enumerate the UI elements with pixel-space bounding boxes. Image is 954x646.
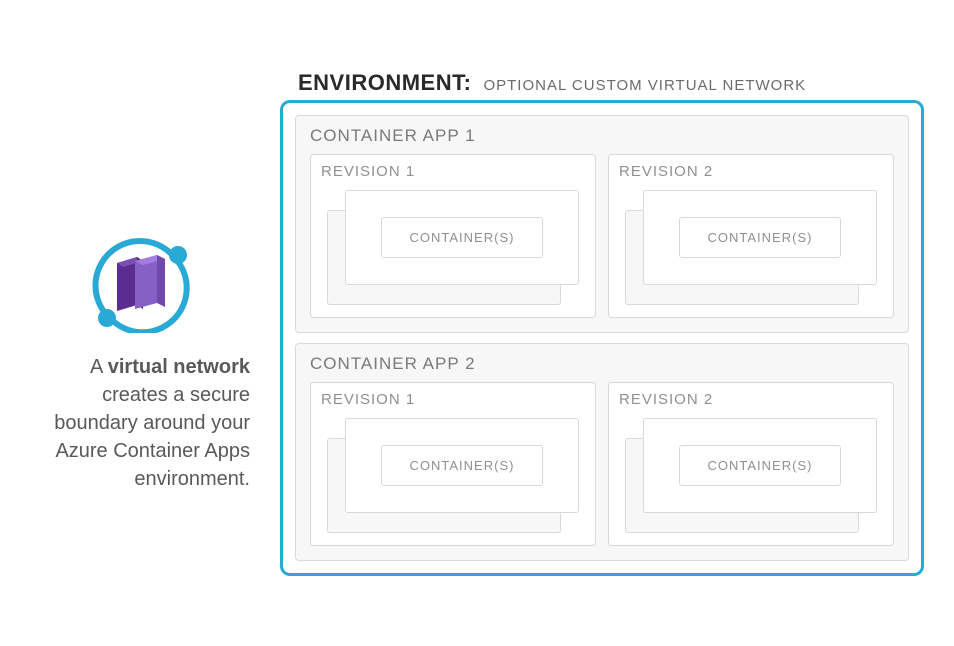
revision-box: REVISION 1 CONTAINER(S) [310, 382, 596, 546]
sidebar: A virtual network creates a secure bound… [30, 153, 280, 493]
container-app-1: CONTAINER APP 1 REVISION 1 CONTAINER(S) … [295, 115, 909, 333]
environment-title: ENVIRONMENT: [298, 70, 471, 96]
container-label: CONTAINER(S) [679, 445, 841, 486]
revision-title: REVISION 2 [619, 163, 883, 180]
containers-stack: CONTAINER(S) [625, 418, 877, 533]
revision-title: REVISION 1 [321, 163, 585, 180]
diagram-main: ENVIRONMENT: OPTIONAL CUSTOM VIRTUAL NET… [280, 70, 924, 576]
containers-stack: CONTAINER(S) [327, 418, 579, 533]
container-label: CONTAINER(S) [381, 445, 543, 486]
revisions-row: REVISION 1 CONTAINER(S) REVISION 2 CONTA… [310, 382, 894, 546]
vnet-icon [85, 233, 195, 333]
revision-box: REVISION 1 CONTAINER(S) [310, 154, 596, 318]
containers-stack: CONTAINER(S) [327, 190, 579, 305]
replica-card-front: CONTAINER(S) [643, 418, 877, 513]
container-app-2: CONTAINER APP 2 REVISION 1 CONTAINER(S) … [295, 343, 909, 561]
environment-header: ENVIRONMENT: OPTIONAL CUSTOM VIRTUAL NET… [280, 70, 924, 96]
revision-box: REVISION 2 CONTAINER(S) [608, 154, 894, 318]
replica-card-front: CONTAINER(S) [643, 190, 877, 285]
revision-title: REVISION 1 [321, 391, 585, 408]
replica-card-front: CONTAINER(S) [345, 418, 579, 513]
revisions-row: REVISION 1 CONTAINER(S) REVISION 2 CONTA… [310, 154, 894, 318]
environment-box: CONTAINER APP 1 REVISION 1 CONTAINER(S) … [280, 100, 924, 576]
containers-stack: CONTAINER(S) [625, 190, 877, 305]
app-title: CONTAINER APP 1 [310, 126, 894, 146]
description-text: A virtual network creates a secure bound… [30, 353, 250, 493]
container-label: CONTAINER(S) [381, 217, 543, 258]
replica-card-front: CONTAINER(S) [345, 190, 579, 285]
revision-box: REVISION 2 CONTAINER(S) [608, 382, 894, 546]
environment-subtitle: OPTIONAL CUSTOM VIRTUAL NETWORK [483, 77, 806, 94]
revision-title: REVISION 2 [619, 391, 883, 408]
container-label: CONTAINER(S) [679, 217, 841, 258]
app-title: CONTAINER APP 2 [310, 354, 894, 374]
